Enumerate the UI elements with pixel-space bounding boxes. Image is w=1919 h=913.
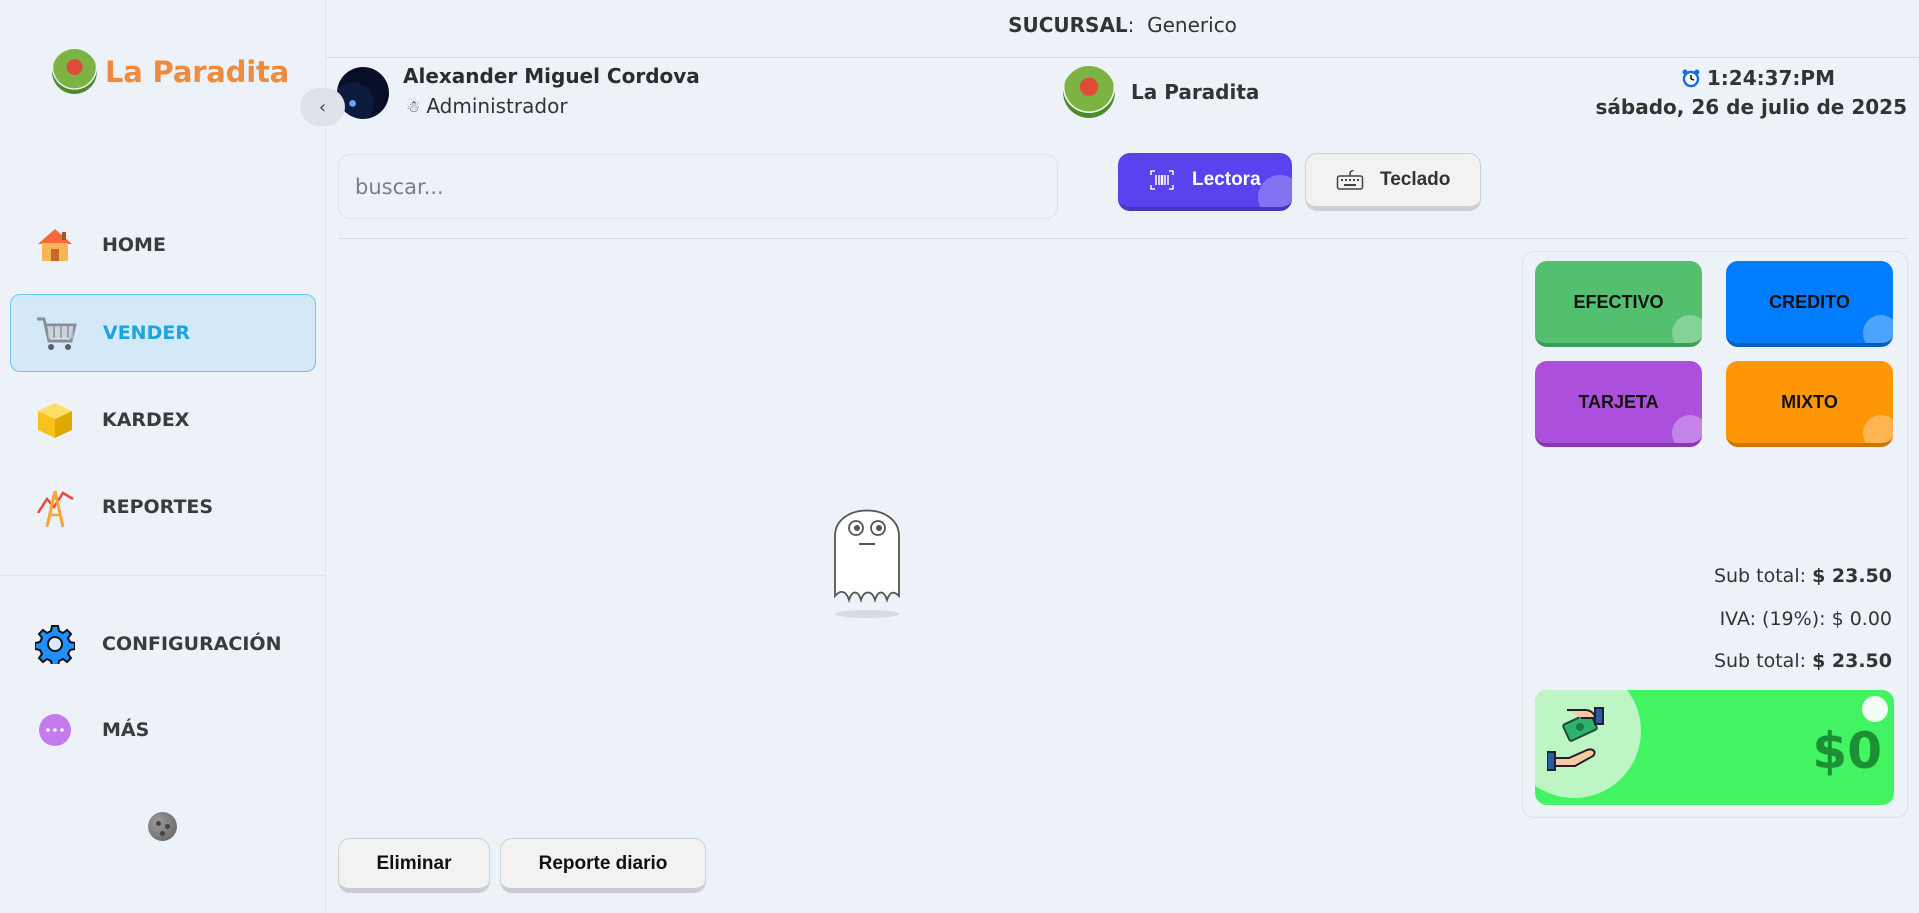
money-hands-icon [1547,707,1604,771]
subtotal-row: Sub total: $ 23.50 [1714,565,1892,587]
sidebar-item-vender[interactable]: VENDER [10,294,316,372]
keyboard-mode-label: Teclado [1380,169,1451,190]
subtotal-value: $ 23.50 [1812,565,1892,587]
reader-mode-label: Lectora [1192,169,1261,190]
pay-mixed-label: MIXTO [1781,391,1838,412]
delete-button[interactable]: Eliminar [338,838,490,893]
sidebar-divider [0,575,326,576]
iva-label: IVA: (19%): [1719,608,1826,630]
pay-cash-button[interactable]: EFECTIVO [1535,261,1702,347]
pay-cash-label: EFECTIVO [1573,291,1664,312]
house-icon [34,224,76,266]
branch-label: SUCURSAL [1008,13,1128,37]
brand-logo [52,49,97,94]
sidebar: La Paradita HOME VENDER KARDEX REPORTES … [0,0,326,913]
keyboard-icon [1336,166,1364,194]
sidebar-item-reportes[interactable]: REPORTES [10,468,316,546]
keyboard-mode-button[interactable]: Teclado [1305,153,1481,211]
sidebar-item-label: CONFIGURACIÓN [102,633,282,655]
search-input[interactable] [338,154,1058,219]
store-name: La Paradita [1131,80,1260,104]
pay-card-label: TARJETA [1578,391,1659,412]
avatar[interactable] [337,67,389,119]
brand[interactable]: La Paradita [52,49,289,94]
current-date: sábado, 26 de julio de 2025 [1595,95,1907,119]
user-role-icon: ☃ [406,96,421,116]
sidebar-item-label: MÁS [102,719,150,741]
daily-report-button[interactable]: Reporte diario [500,838,706,893]
sidebar-item-label: REPORTES [102,496,214,518]
user-role-label: Administrador [426,94,568,118]
button-gloss [1672,415,1702,443]
pay-card-button[interactable]: TARJETA [1535,361,1702,447]
total-card-indicator [1862,696,1888,722]
pay-credit-button[interactable]: CREDITO [1726,261,1893,347]
sidebar-item-home[interactable]: HOME [10,206,316,284]
brand-name: La Paradita [105,54,289,89]
button-gloss [1863,315,1893,343]
iva-row: IVA: (19%): $ 0.00 [1720,608,1892,630]
subtotal2-label: Sub total: [1713,650,1807,672]
button-gloss [1258,175,1292,207]
sidebar-item-label: KARDEX [102,409,190,431]
chevron-left-icon: ‹ [318,96,327,118]
theme-toggle-icon[interactable] [148,812,177,841]
sidebar-item-kardex[interactable]: KARDEX [10,381,316,459]
sidebar-item-mas[interactable]: MÁS [10,691,316,769]
alarm-clock-icon [1682,69,1700,88]
clock-time: 1:24:37:PM [1706,66,1835,90]
grand-total-amount: $0 [1812,722,1882,780]
button-gloss [1863,415,1893,443]
store-logo [1063,66,1115,118]
branch-indicator: SUCURSAL: Generico [1008,13,1237,37]
cart-icon [35,312,77,354]
sidebar-item-label: HOME [102,234,166,256]
user-role: ☃ Administrador [406,94,568,118]
gear-icon [34,623,76,665]
subtotal-label: Sub total: [1713,565,1807,587]
branch-value: Generico [1147,13,1237,37]
reader-mode-button[interactable]: Lectora [1118,153,1292,211]
sidebar-item-configuracion[interactable]: CONFIGURACIÓN [10,605,316,683]
button-gloss [1672,315,1702,343]
pay-credit-label: CREDITO [1769,291,1850,312]
subtotal2-row: Sub total: $ 23.50 [1714,650,1892,672]
grand-total-card[interactable]: $0 [1535,690,1894,805]
content-divider [338,238,1908,239]
iva-value: $ 0.00 [1831,608,1892,630]
delete-label: Eliminar [376,852,452,874]
header-divider [326,57,1919,58]
pay-mixed-button[interactable]: MIXTO [1726,361,1893,447]
user-name: Alexander Miguel Cordova [403,64,700,88]
barcode-icon [1148,166,1176,194]
box-icon [34,399,76,441]
more-icon [34,709,76,751]
sidebar-item-label: VENDER [103,322,190,344]
collapse-sidebar-button[interactable]: ‹ [300,88,345,126]
daily-report-label: Reporte diario [538,852,668,874]
clock: 1:24:37:PM [1681,66,1835,90]
chart-icon [34,486,76,528]
empty-ghost-icon [834,509,900,618]
subtotal2-value: $ 23.50 [1812,650,1892,672]
